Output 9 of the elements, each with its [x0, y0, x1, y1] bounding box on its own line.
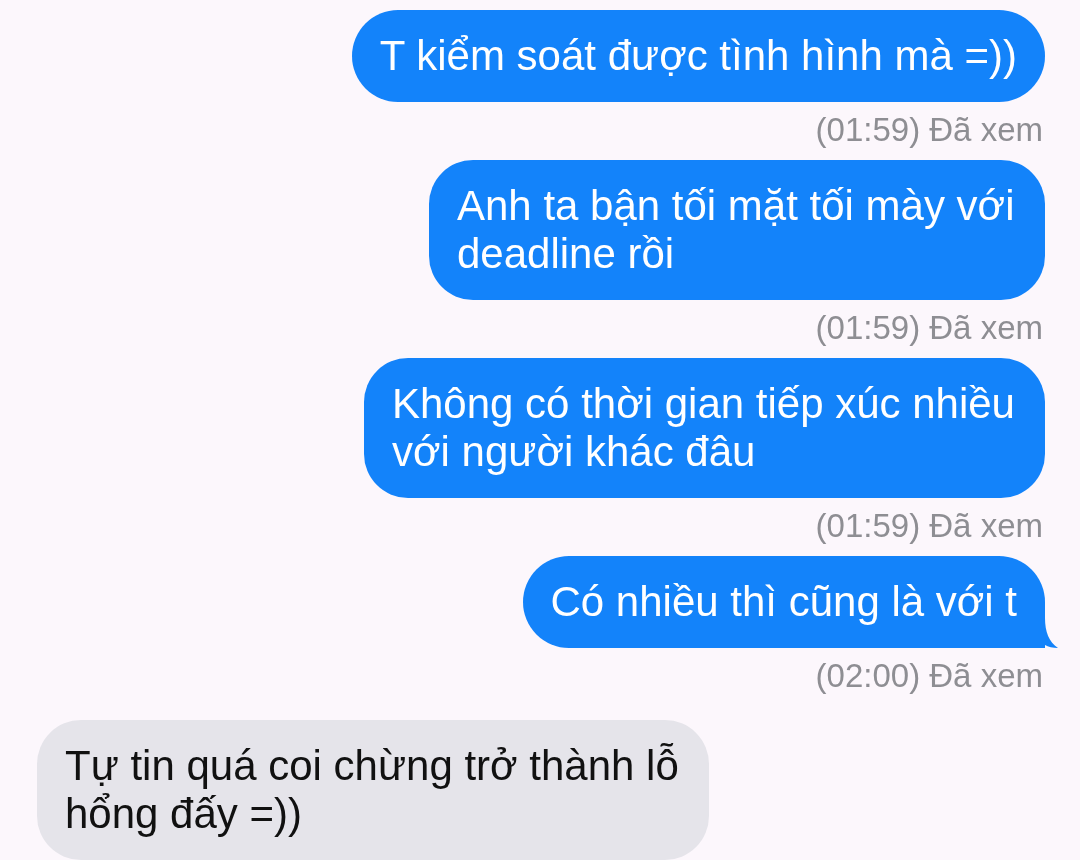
read-receipt: (01:59) Đã xem [815, 112, 1043, 148]
message-bubble: Không có thời gian tiếp xúc nhiều với người khác đâu [364, 358, 1045, 498]
message-bubble: Có nhiều thì cũng là với t [522, 556, 1045, 648]
read-receipt: (01:59) Đã xem [815, 310, 1043, 346]
message-bubble: Anh ta bận tối mặt tối mày với deadline rồi [429, 160, 1045, 300]
read-receipt: (01:59) Đã xem [815, 508, 1043, 544]
message-bubble: T kiểm soát được tình hình mà =)) [351, 10, 1045, 102]
read-receipt: (02:00) Đã xem [815, 658, 1043, 694]
message-bubble: Tự tin quá coi chừng trở thành lỗ hổng đấy =)) [37, 720, 709, 860]
